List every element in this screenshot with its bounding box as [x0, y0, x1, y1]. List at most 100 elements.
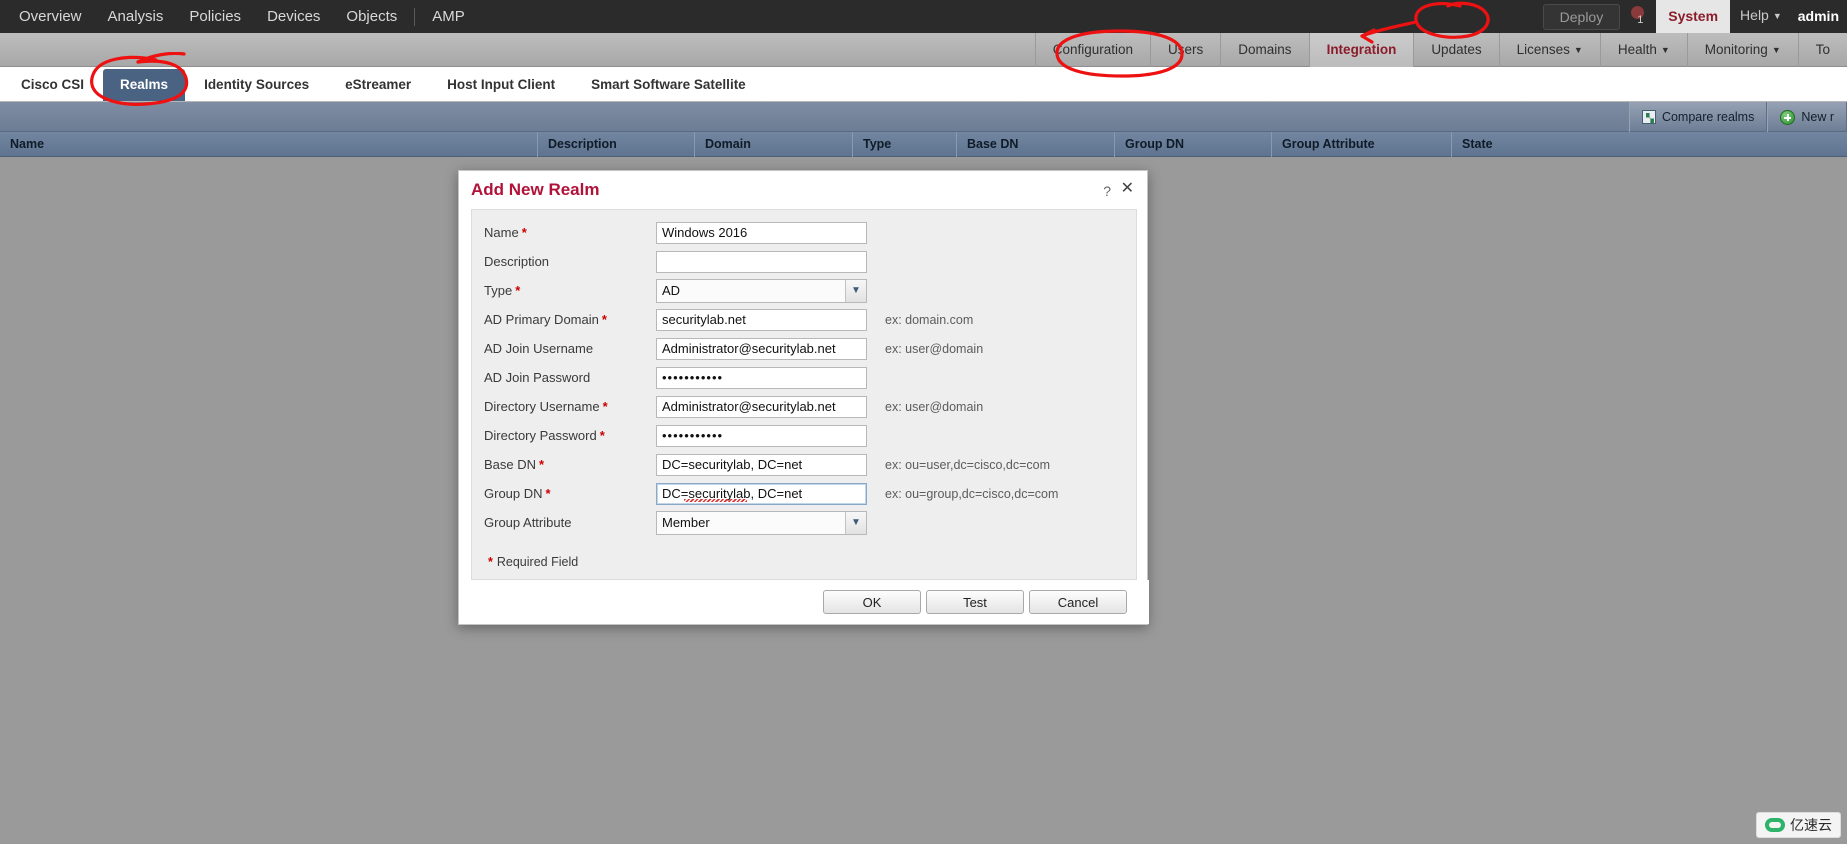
subnav-item-tools[interactable]: To: [1797, 33, 1847, 67]
column-header-name[interactable]: Name: [0, 131, 538, 157]
form-row-group-dn: Group DN* ex: ou=group,dc=cisco,dc=com: [484, 479, 1136, 508]
required-marker: *: [599, 428, 605, 443]
test-button[interactable]: Test: [926, 590, 1024, 614]
close-icon[interactable]: ✕: [1121, 181, 1134, 197]
type-select[interactable]: AD: [656, 278, 867, 303]
directory-password-input[interactable]: [656, 424, 867, 447]
subnav-label: Configuration: [1052, 42, 1134, 57]
tab-host-input-client[interactable]: Host Input Client: [430, 69, 572, 101]
label-ad-join-username: AD Join Username: [484, 341, 594, 356]
chevron-down-icon: ▼: [1660, 45, 1670, 55]
column-header-state[interactable]: State: [1452, 132, 1572, 157]
required-marker: *: [545, 486, 551, 501]
tab-identity-sources[interactable]: Identity Sources: [187, 69, 326, 101]
realm-form-rows: Name* Description Type* AD ▼ AD Primary …: [472, 210, 1136, 537]
group-dn-input[interactable]: [656, 482, 867, 505]
nav-item-system[interactable]: System: [1656, 0, 1731, 33]
label-text: AD Primary Domain: [484, 312, 599, 327]
required-marker: *: [602, 399, 608, 414]
subnav-label: Integration: [1326, 42, 1397, 57]
required-marker: *: [521, 225, 527, 240]
subnav-item-users[interactable]: Users: [1150, 33, 1220, 67]
subnav-item-domains[interactable]: Domains: [1220, 33, 1308, 67]
dialog-title: Add New Realm: [471, 180, 600, 199]
realms-toolbar-actions: Compare realms New r: [1628, 102, 1847, 132]
ad-join-password-input[interactable]: [656, 366, 867, 389]
tab-estreamer[interactable]: eStreamer: [328, 69, 428, 101]
subnav-item-updates[interactable]: Updates: [1413, 33, 1498, 67]
subnav-label: Monitoring: [1704, 42, 1768, 57]
nav-item-help[interactable]: Help ▼: [1730, 0, 1792, 34]
ad-primary-domain-input[interactable]: [656, 308, 867, 331]
watermark-text: 亿速云: [1790, 817, 1832, 833]
system-sub-navigation-items: Configuration Users Domains Integration …: [1034, 33, 1847, 67]
label-text: Name: [484, 225, 519, 240]
help-icon[interactable]: ?: [1103, 183, 1111, 199]
type-select-wrap: AD ▼: [656, 278, 867, 303]
label-ad-primary-domain: AD Primary Domain *: [484, 312, 656, 327]
new-realm-label: New r: [1801, 110, 1834, 124]
column-header-group-attribute[interactable]: Group Attribute: [1272, 131, 1452, 157]
new-realm-button[interactable]: New r: [1767, 102, 1847, 132]
user-label: admin: [1797, 8, 1839, 24]
column-header-type[interactable]: Type: [853, 131, 957, 157]
chevron-down-icon: ▼: [1772, 11, 1782, 21]
tab-realms[interactable]: Realms: [103, 69, 186, 101]
hint-ad-join-username: ex: user@domain: [885, 341, 984, 356]
group-attribute-select[interactable]: Member: [656, 510, 867, 535]
form-row-ad-join-password: AD Join Password: [484, 363, 1136, 392]
compare-realms-button[interactable]: Compare realms: [1628, 102, 1768, 132]
required-marker: *: [515, 283, 521, 298]
tab-cisco-csi[interactable]: Cisco CSI: [4, 69, 101, 101]
label-ad-join-password: AD Join Password: [484, 370, 591, 385]
label-directory-password: Directory Password *: [484, 428, 656, 443]
column-header-base-dn[interactable]: Base DN: [957, 131, 1115, 157]
label-group-dn: Group DN *: [484, 486, 656, 501]
nav-item-objects[interactable]: Objects: [333, 0, 410, 33]
top-navigation-right: Deploy 1 System Help ▼ admin: [1542, 0, 1847, 34]
subnav-item-health[interactable]: Health ▼: [1599, 33, 1687, 67]
column-header-group-dn[interactable]: Group DN: [1115, 131, 1272, 157]
form-row-ad-join-username: AD Join Username ex: user@domain: [484, 334, 1136, 363]
ad-join-username-input[interactable]: [656, 337, 867, 360]
form-row-name: Name *: [484, 218, 1136, 247]
hint-ad-primary-domain: ex: domain.com: [885, 312, 974, 327]
tab-smart-software-satellite[interactable]: Smart Software Satellite: [574, 69, 763, 101]
nav-item-devices[interactable]: Devices: [254, 0, 333, 33]
subnav-item-monitoring[interactable]: Monitoring ▼: [1686, 33, 1798, 67]
subnav-label: Licenses: [1516, 42, 1570, 57]
form-row-type: Type * AD ▼: [484, 276, 1136, 305]
subnav-item-licenses[interactable]: Licenses ▼: [1498, 33, 1600, 67]
nav-item-user[interactable]: admin: [1792, 0, 1847, 33]
chevron-down-icon: ▼: [1771, 45, 1781, 55]
deploy-notification-badge[interactable]: 1: [1628, 5, 1654, 29]
required-marker: *: [601, 312, 607, 327]
required-marker: *: [488, 555, 493, 569]
cancel-button[interactable]: Cancel: [1029, 590, 1127, 614]
app-window: Overview Analysis Policies Devices Objec…: [0, 0, 1847, 844]
label-description: Description: [484, 254, 550, 269]
nav-item-amp[interactable]: AMP: [419, 0, 478, 33]
label-type: Type *: [484, 283, 656, 298]
nav-divider: [414, 7, 416, 26]
label-group-attribute: Group Attribute: [484, 515, 572, 530]
subnav-label: To: [1815, 42, 1830, 57]
column-header-description[interactable]: Description: [538, 131, 695, 157]
deploy-button[interactable]: Deploy: [1542, 3, 1621, 30]
directory-username-input[interactable]: [656, 395, 867, 418]
subnav-item-integration[interactable]: Integration: [1308, 33, 1414, 67]
subnav-item-configuration[interactable]: Configuration: [1034, 33, 1150, 67]
nav-item-analysis[interactable]: Analysis: [95, 0, 177, 33]
form-row-base-dn: Base DN* ex: ou=user,dc=cisco,dc=com: [484, 450, 1136, 479]
label-text: Base DN: [484, 457, 537, 472]
subnav-label: Domains: [1238, 42, 1292, 57]
description-input[interactable]: [656, 250, 867, 273]
base-dn-input[interactable]: [656, 453, 867, 476]
column-header-domain[interactable]: Domain: [695, 131, 853, 157]
label-name: Name *: [484, 225, 656, 240]
name-input[interactable]: [656, 221, 867, 244]
nav-item-overview[interactable]: Overview: [6, 0, 95, 33]
nav-item-policies[interactable]: Policies: [176, 0, 254, 33]
ok-button[interactable]: OK: [823, 590, 921, 614]
realm-form-panel: Name* Description Type* AD ▼ AD Primary …: [471, 209, 1137, 580]
